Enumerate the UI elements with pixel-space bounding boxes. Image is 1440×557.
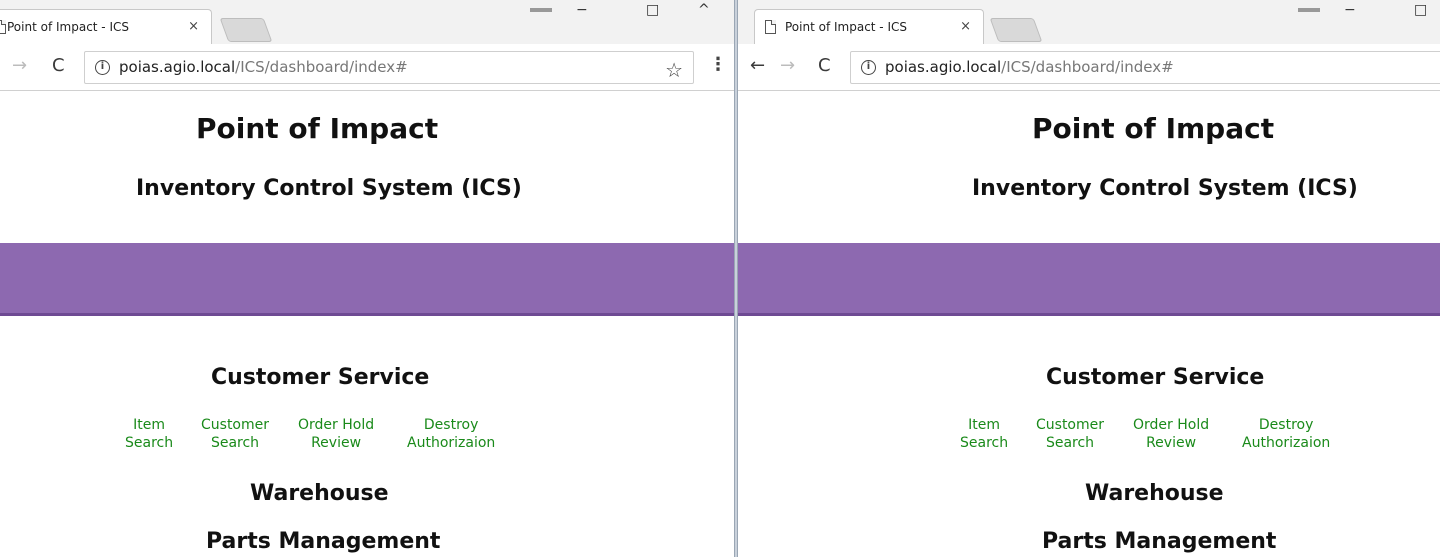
tab-title: Point of Impact - ICS: [7, 20, 129, 34]
link-customer-search[interactable]: Customer Search: [1036, 416, 1104, 452]
reload-icon[interactable]: C: [52, 56, 65, 76]
browser-window-left: Point of Impact - ICS × − □ ^ → C i poia…: [0, 0, 734, 557]
address-bar[interactable]: i poias.agio.local/ICS/dashboard/index# …: [84, 51, 694, 84]
browser-toolbar: → C i poias.agio.local/ICS/dashboard/ind…: [0, 44, 734, 91]
page-content: Point of Impact Inventory Control System…: [738, 92, 1440, 557]
link-line: Order Hold: [298, 417, 375, 433]
link-line: Item: [968, 417, 1000, 433]
section-customer-service: Customer Service: [1046, 365, 1265, 390]
link-line: Authorizaion: [407, 435, 496, 451]
tab-strip: Point of Impact - ICS × − □: [738, 0, 1440, 44]
forward-arrow-icon[interactable]: →: [780, 56, 795, 76]
url-text: poias.agio.local/ICS/dashboard/index#: [885, 58, 1174, 76]
window-controls: − □ ^: [530, 0, 730, 30]
tab-title: Point of Impact - ICS: [785, 20, 907, 34]
page-content: Point of Impact Inventory Control System…: [0, 92, 734, 557]
link-destroy-authorization[interactable]: Destroy Authorizaion: [1242, 416, 1330, 452]
browser-tab[interactable]: Point of Impact - ICS ×: [0, 9, 212, 44]
address-bar[interactable]: i poias.agio.local/ICS/dashboard/index#: [850, 51, 1440, 84]
link-line: Destroy: [1258, 417, 1314, 433]
menu-kebab-icon[interactable]: ⋮: [709, 54, 727, 75]
link-line: Customer: [201, 417, 270, 433]
new-tab-button[interactable]: [219, 18, 273, 42]
link-order-hold-review[interactable]: Order Hold Review: [298, 416, 374, 452]
link-order-hold-review[interactable]: Order Hold Review: [1133, 416, 1209, 452]
reload-icon[interactable]: C: [818, 56, 831, 76]
link-line: Review: [1146, 435, 1197, 451]
url-text: poias.agio.local/ICS/dashboard/index#: [119, 58, 408, 76]
page-subtitle: Inventory Control System (ICS): [972, 176, 1358, 201]
browser-toolbar: ← → C i poias.agio.local/ICS/dashboard/i…: [738, 44, 1440, 91]
link-line: Search: [1045, 435, 1095, 451]
url-path: /ICS/dashboard/index#: [1001, 58, 1174, 76]
browser-tab[interactable]: Point of Impact - ICS ×: [754, 9, 984, 44]
maximize-button[interactable]: □: [1414, 2, 1427, 18]
section-warehouse: Warehouse: [1085, 481, 1224, 506]
minimize-button[interactable]: −: [1344, 2, 1356, 18]
window-controls: − □: [1298, 0, 1438, 30]
info-icon[interactable]: i: [95, 60, 110, 75]
header-banner: [0, 243, 734, 316]
page-icon: [0, 20, 6, 34]
link-customer-search[interactable]: Customer Search: [201, 416, 269, 452]
info-icon[interactable]: i: [861, 60, 876, 75]
new-tab-button[interactable]: [989, 18, 1043, 42]
section-parts-management: Parts Management: [206, 529, 441, 554]
page-title: Point of Impact: [1032, 112, 1275, 145]
taskbar-preview: [530, 8, 552, 12]
link-line: Authorizaion: [1242, 435, 1331, 451]
maximize-button[interactable]: □: [646, 2, 659, 18]
chevron-up-icon[interactable]: ^: [698, 2, 710, 18]
split-screen: Point of Impact - ICS × − □ ^ → C i poia…: [0, 0, 1440, 557]
tab-close-icon[interactable]: ×: [188, 19, 199, 34]
back-arrow-icon[interactable]: ←: [750, 56, 765, 76]
link-line: Search: [960, 435, 1009, 451]
header-banner: [738, 243, 1440, 316]
tab-close-icon[interactable]: ×: [960, 19, 971, 34]
link-line: Destroy: [423, 417, 479, 433]
bookmark-star-icon[interactable]: ☆: [665, 58, 683, 82]
link-line: Customer: [1036, 417, 1105, 433]
link-line: Item: [133, 417, 165, 433]
minimize-button[interactable]: −: [576, 2, 588, 18]
url-host: poias.agio.local: [885, 58, 1002, 76]
url-host: poias.agio.local: [119, 58, 236, 76]
page-subtitle: Inventory Control System (ICS): [136, 176, 522, 201]
section-parts-management: Parts Management: [1042, 529, 1277, 554]
section-customer-service: Customer Service: [211, 365, 430, 390]
page-title: Point of Impact: [196, 112, 439, 145]
link-line: Order Hold: [1133, 417, 1210, 433]
tab-strip: Point of Impact - ICS × − □ ^: [0, 0, 734, 44]
link-line: Review: [311, 435, 362, 451]
forward-arrow-icon[interactable]: →: [12, 56, 27, 76]
section-warehouse: Warehouse: [250, 481, 389, 506]
browser-window-right: Point of Impact - ICS × − □ ← → C i poia…: [738, 0, 1440, 557]
link-destroy-authorization[interactable]: Destroy Authorizaion: [407, 416, 495, 452]
link-line: Search: [125, 435, 174, 451]
link-item-search[interactable]: Item Search: [125, 416, 173, 452]
taskbar-preview: [1298, 8, 1320, 12]
url-path: /ICS/dashboard/index#: [235, 58, 408, 76]
link-item-search[interactable]: Item Search: [960, 416, 1008, 452]
link-line: Search: [210, 435, 260, 451]
page-icon: [765, 20, 776, 34]
